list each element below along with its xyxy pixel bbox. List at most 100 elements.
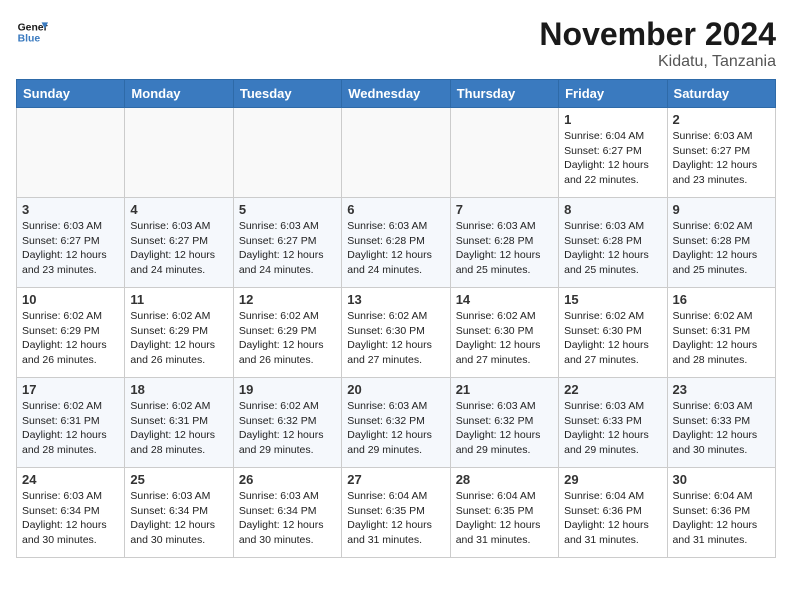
- calendar-cell: 29 Sunrise: 6:04 AM Sunset: 6:36 PM Dayli…: [559, 468, 667, 558]
- calendar-cell: 21Sunrise: 6:03 AM Sunset: 6:32 PM Dayli…: [450, 378, 558, 468]
- day-number: 10: [22, 292, 119, 307]
- day-number: 18: [130, 382, 227, 397]
- day-header-wednesday: Wednesday: [342, 80, 450, 108]
- day-number: 6: [347, 202, 444, 217]
- calendar-cell: 2Sunrise: 6:03 AM Sunset: 6:27 PM Daylig…: [667, 108, 775, 198]
- calendar-cell: [342, 108, 450, 198]
- day-number: 29: [564, 472, 661, 487]
- calendar-cell: 28 Sunrise: 6:04 AM Sunset: 6:35 PM Dayli…: [450, 468, 558, 558]
- day-number: 26: [239, 472, 336, 487]
- day-info: Sunrise: 6:04 AM Sunset: 6:35 PM Dayligh…: [456, 489, 553, 548]
- day-number: 22: [564, 382, 661, 397]
- calendar-cell: 5 Sunrise: 6:03 AM Sunset: 6:27 PM Daylig…: [233, 198, 341, 288]
- day-info: Sunrise: 6:02 AM Sunset: 6:31 PM Dayligh…: [673, 309, 770, 368]
- calendar-cell: 25Sunrise: 6:03 AM Sunset: 6:34 PM Dayli…: [125, 468, 233, 558]
- calendar-cell: 4 Sunrise: 6:03 AM Sunset: 6:27 PM Daylig…: [125, 198, 233, 288]
- day-number: 3: [22, 202, 119, 217]
- day-info: Sunrise: 6:03 AM Sunset: 6:32 PM Dayligh…: [456, 399, 553, 458]
- calendar-cell: 24 Sunrise: 6:03 AM Sunset: 6:34 PM Dayli…: [17, 468, 125, 558]
- location-title: Kidatu, Tanzania: [539, 53, 776, 71]
- day-info: Sunrise: 6:03 AM Sunset: 6:28 PM Dayligh…: [564, 219, 661, 278]
- day-header-monday: Monday: [125, 80, 233, 108]
- day-info: Sunrise: 6:03 AM Sunset: 6:28 PM Dayligh…: [347, 219, 444, 278]
- day-number: 9: [673, 202, 770, 217]
- calendar-cell: 19 Sunrise: 6:02 AM Sunset: 6:32 PM Dayli…: [233, 378, 341, 468]
- day-header-saturday: Saturday: [667, 80, 775, 108]
- calendar-cell: [17, 108, 125, 198]
- day-number: 14: [456, 292, 553, 307]
- day-info: Sunrise: 6:04 AM Sunset: 6:27 PM Dayligh…: [564, 129, 661, 188]
- day-info: Sunrise: 6:03 AM Sunset: 6:34 PM Dayligh…: [239, 489, 336, 548]
- calendar-cell: 20 Sunrise: 6:03 AM Sunset: 6:32 PM Dayli…: [342, 378, 450, 468]
- day-number: 25: [130, 472, 227, 487]
- day-info: Sunrise: 6:02 AM Sunset: 6:30 PM Dayligh…: [564, 309, 661, 368]
- day-info: Sunrise: 6:04 AM Sunset: 6:36 PM Dayligh…: [673, 489, 770, 548]
- calendar-week-5: 24 Sunrise: 6:03 AM Sunset: 6:34 PM Dayli…: [17, 468, 776, 558]
- day-info: Sunrise: 6:04 AM Sunset: 6:35 PM Dayligh…: [347, 489, 444, 548]
- day-number: 12: [239, 292, 336, 307]
- day-number: 28: [456, 472, 553, 487]
- calendar-week-3: 10 Sunrise: 6:02 AM Sunset: 6:29 PM Dayli…: [17, 288, 776, 378]
- calendar-cell: 8 Sunrise: 6:03 AM Sunset: 6:28 PM Daylig…: [559, 198, 667, 288]
- calendar-cell: 15 Sunrise: 6:02 AM Sunset: 6:30 PM Dayli…: [559, 288, 667, 378]
- calendar-cell: 12 Sunrise: 6:02 AM Sunset: 6:29 PM Dayli…: [233, 288, 341, 378]
- calendar-cell: 10 Sunrise: 6:02 AM Sunset: 6:29 PM Dayli…: [17, 288, 125, 378]
- day-info: Sunrise: 6:02 AM Sunset: 6:31 PM Dayligh…: [130, 399, 227, 458]
- day-number: 5: [239, 202, 336, 217]
- day-number: 11: [130, 292, 227, 307]
- calendar-cell: [450, 108, 558, 198]
- calendar-cell: [233, 108, 341, 198]
- day-number: 13: [347, 292, 444, 307]
- calendar-cell: 30 Sunrise: 6:04 AM Sunset: 6:36 PM Dayli…: [667, 468, 775, 558]
- calendar-cell: 17 Sunrise: 6:02 AM Sunset: 6:31 PM Dayli…: [17, 378, 125, 468]
- day-info: Sunrise: 6:02 AM Sunset: 6:31 PM Dayligh…: [22, 399, 119, 458]
- calendar-cell: 1Sunrise: 6:04 AM Sunset: 6:27 PM Daylig…: [559, 108, 667, 198]
- day-info: Sunrise: 6:03 AM Sunset: 6:34 PM Dayligh…: [22, 489, 119, 548]
- calendar-cell: 7 Sunrise: 6:03 AM Sunset: 6:28 PM Daylig…: [450, 198, 558, 288]
- calendar-cell: 22Sunrise: 6:03 AM Sunset: 6:33 PM Dayli…: [559, 378, 667, 468]
- calendar-cell: 6 Sunrise: 6:03 AM Sunset: 6:28 PM Daylig…: [342, 198, 450, 288]
- day-info: Sunrise: 6:02 AM Sunset: 6:30 PM Dayligh…: [456, 309, 553, 368]
- day-number: 24: [22, 472, 119, 487]
- calendar-cell: [125, 108, 233, 198]
- calendar-header-row: SundayMondayTuesdayWednesdayThursdayFrid…: [17, 80, 776, 108]
- calendar-cell: 26 Sunrise: 6:03 AM Sunset: 6:34 PM Dayli…: [233, 468, 341, 558]
- day-number: 17: [22, 382, 119, 397]
- calendar-week-2: 3 Sunrise: 6:03 AM Sunset: 6:27 PM Daylig…: [17, 198, 776, 288]
- page-header: General Blue November 2024 Kidatu, Tanza…: [16, 16, 776, 71]
- calendar-cell: 11Sunrise: 6:02 AM Sunset: 6:29 PM Dayli…: [125, 288, 233, 378]
- day-info: Sunrise: 6:02 AM Sunset: 6:29 PM Dayligh…: [239, 309, 336, 368]
- day-info: Sunrise: 6:03 AM Sunset: 6:32 PM Dayligh…: [347, 399, 444, 458]
- day-number: 20: [347, 382, 444, 397]
- calendar-week-4: 17 Sunrise: 6:02 AM Sunset: 6:31 PM Dayli…: [17, 378, 776, 468]
- svg-text:Blue: Blue: [18, 34, 41, 45]
- day-number: 15: [564, 292, 661, 307]
- calendar-cell: 14 Sunrise: 6:02 AM Sunset: 6:30 PM Dayli…: [450, 288, 558, 378]
- day-info: Sunrise: 6:03 AM Sunset: 6:27 PM Dayligh…: [239, 219, 336, 278]
- calendar-week-1: 1Sunrise: 6:04 AM Sunset: 6:27 PM Daylig…: [17, 108, 776, 198]
- day-number: 7: [456, 202, 553, 217]
- calendar-cell: 23Sunrise: 6:03 AM Sunset: 6:33 PM Dayli…: [667, 378, 775, 468]
- day-number: 19: [239, 382, 336, 397]
- day-info: Sunrise: 6:03 AM Sunset: 6:28 PM Dayligh…: [456, 219, 553, 278]
- calendar-cell: 9Sunrise: 6:02 AM Sunset: 6:28 PM Daylig…: [667, 198, 775, 288]
- day-header-sunday: Sunday: [17, 80, 125, 108]
- day-number: 30: [673, 472, 770, 487]
- day-number: 16: [673, 292, 770, 307]
- day-number: 27: [347, 472, 444, 487]
- day-info: Sunrise: 6:04 AM Sunset: 6:36 PM Dayligh…: [564, 489, 661, 548]
- calendar-cell: 18 Sunrise: 6:02 AM Sunset: 6:31 PM Dayli…: [125, 378, 233, 468]
- month-title: November 2024: [539, 16, 776, 53]
- day-info: Sunrise: 6:02 AM Sunset: 6:32 PM Dayligh…: [239, 399, 336, 458]
- calendar-cell: 3Sunrise: 6:03 AM Sunset: 6:27 PM Daylig…: [17, 198, 125, 288]
- day-info: Sunrise: 6:02 AM Sunset: 6:29 PM Dayligh…: [22, 309, 119, 368]
- day-header-friday: Friday: [559, 80, 667, 108]
- title-block: November 2024 Kidatu, Tanzania: [539, 16, 776, 71]
- logo-icon: General Blue: [16, 16, 48, 48]
- day-info: Sunrise: 6:03 AM Sunset: 6:27 PM Dayligh…: [130, 219, 227, 278]
- day-number: 8: [564, 202, 661, 217]
- day-number: 4: [130, 202, 227, 217]
- logo: General Blue: [16, 16, 48, 48]
- calendar-cell: 16 Sunrise: 6:02 AM Sunset: 6:31 PM Dayli…: [667, 288, 775, 378]
- calendar-table: SundayMondayTuesdayWednesdayThursdayFrid…: [16, 79, 776, 558]
